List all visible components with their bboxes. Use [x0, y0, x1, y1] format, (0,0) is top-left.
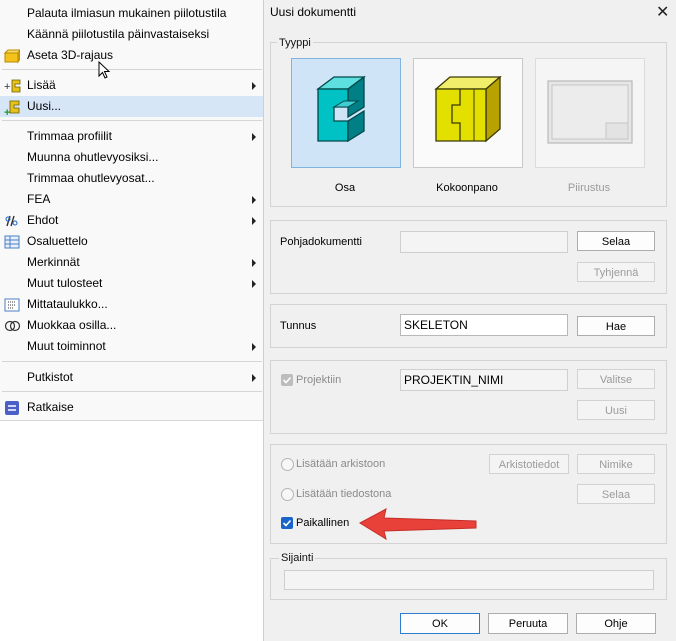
svg-text:+: + — [4, 107, 10, 117]
menu-item-label: Osaluettelo — [27, 234, 88, 248]
submenu-arrow-icon — [252, 217, 256, 225]
submenu-arrow-icon — [252, 374, 256, 382]
menu-item-label: Merkinnät — [27, 255, 80, 269]
mouse-cursor-icon — [98, 60, 112, 84]
menu-item-label: Muunna ohutlevyosiksi... — [27, 150, 159, 164]
menu-separator — [2, 391, 262, 392]
template-field — [400, 231, 568, 253]
svg-text:+: + — [4, 81, 10, 93]
menu-item-restore-hiding[interactable]: Palauta ilmiasun mukainen piilotustila — [0, 3, 264, 24]
menu-item-trim-sheet-metal[interactable]: Trimmaa ohutlevyosat... — [0, 168, 264, 189]
menu-item-label: Muokkaa osilla... — [27, 318, 117, 332]
submenu-arrow-icon — [252, 133, 256, 141]
file-browse-button: Selaa — [577, 484, 655, 504]
menu-item-label: Mittataulukko... — [27, 297, 108, 311]
template-label: Pohjadokumentti — [280, 236, 362, 248]
ok-button[interactable]: OK — [400, 613, 480, 634]
submenu-arrow-icon — [252, 259, 256, 267]
menu-item-new[interactable]: + Uusi... — [0, 96, 264, 119]
project-label: Projektiin — [296, 374, 342, 386]
submenu-arrow-icon — [252, 280, 256, 288]
menu-item-other-functions[interactable]: Muut toiminnot — [0, 336, 264, 357]
submenu-arrow-icon — [252, 343, 256, 351]
annotation-arrow-icon — [358, 508, 477, 541]
template-clear-button: Tyhjennä — [577, 262, 655, 282]
name-button: Nimike — [577, 454, 655, 474]
menu-separator — [2, 69, 262, 70]
part-icon — [316, 75, 366, 143]
menu-item-label: Uusi... — [27, 99, 62, 113]
menu-item-solve[interactable]: Ratkaise — [0, 397, 264, 418]
context-menu: Palauta ilmiasun mukainen piilotustila K… — [0, 0, 266, 421]
type-tile-drawing — [535, 58, 645, 168]
assembly-icon — [434, 75, 502, 143]
menu-item-label: Muut tulosteet — [27, 276, 103, 290]
menu-separator — [2, 120, 262, 121]
local-checkbox[interactable] — [281, 517, 293, 529]
type-tile-drawing-label: Piirustus — [567, 182, 611, 194]
solve-icon — [4, 400, 20, 416]
location-field — [284, 570, 654, 590]
drawing-icon — [547, 80, 633, 144]
archive-info-button: Arkistotiedot — [489, 454, 569, 474]
menu-item-trim-profiles[interactable]: Trimmaa profiilit — [0, 126, 264, 147]
template-browse-button[interactable]: Selaa — [577, 231, 655, 251]
type-tile-part-label: Osa — [334, 182, 356, 194]
menu-item-convert-sheet-metal[interactable]: Muunna ohutlevyosiksi... — [0, 147, 264, 168]
archive-radio — [281, 458, 294, 471]
menu-item-label: Muut toiminnot — [27, 339, 106, 353]
type-tile-assembly[interactable] — [413, 58, 523, 168]
location-label: Sijainti — [279, 552, 316, 564]
menu-item-annotations[interactable]: Merkinnät — [0, 252, 264, 273]
project-checkbox — [281, 374, 293, 386]
id-fetch-button[interactable]: Hae — [577, 316, 655, 336]
menu-item-set-3d-clip[interactable]: Aseta 3D-rajaus — [0, 45, 264, 66]
menu-item-label: Palauta ilmiasun mukainen piilotustila — [27, 6, 227, 20]
submenu-arrow-icon — [252, 82, 256, 90]
menu-item-label: Lisää — [27, 78, 56, 92]
3d-clip-box-icon — [3, 48, 21, 64]
menu-item-piping[interactable]: Putkistot — [0, 367, 264, 388]
project-field: PROJEKTIN_NIMI — [400, 369, 568, 391]
menu-item-label: Putkistot — [27, 370, 74, 384]
archive-label: Lisätään arkistoon — [296, 458, 386, 470]
menu-item-label: Ehdot — [27, 213, 59, 227]
local-label: Paikallinen — [296, 517, 350, 529]
file-label: Lisätään tiedostona — [296, 488, 392, 500]
type-tile-part[interactable] — [291, 58, 401, 168]
menu-item-label: FEA — [27, 192, 51, 206]
menu-item-other-outputs[interactable]: Muut tulosteet — [0, 273, 264, 294]
add-part-icon: + — [4, 78, 21, 94]
submenu-arrow-icon — [252, 196, 256, 204]
menu-separator — [2, 361, 262, 362]
menu-item-dimension-table[interactable]: Mittataulukko... — [0, 294, 264, 315]
menu-item-edit-with-parts[interactable]: Muokkaa osilla... — [0, 315, 264, 336]
file-radio — [281, 488, 294, 501]
menu-item-label: Trimmaa ohutlevyosat... — [27, 171, 155, 185]
cancel-button[interactable]: Peruuta — [488, 613, 568, 634]
constraints-icon — [4, 213, 20, 229]
type-group-title: Tyyppi — [277, 37, 313, 49]
menu-item-fea[interactable]: FEA — [0, 189, 264, 210]
help-button[interactable]: Ohje — [576, 613, 656, 634]
id-input[interactable]: SKELETON — [400, 314, 568, 336]
menu-item-invert-hiding[interactable]: Käännä piilotustila päinvastaiseksi — [0, 24, 264, 45]
linked-circles-icon — [4, 318, 21, 334]
menu-item-add[interactable]: + Lisää — [0, 75, 264, 96]
menu-item-label: Ratkaise — [27, 400, 74, 414]
new-document-dialog: Uusi dokumentti ✕ Tyyppi Osa Kokoonpano … — [263, 0, 676, 641]
type-tile-assembly-label: Kokoonpano — [436, 182, 498, 194]
close-icon[interactable]: ✕ — [656, 2, 669, 22]
new-part-icon: + — [4, 99, 20, 119]
id-label: Tunnus — [280, 320, 317, 332]
table-icon — [4, 234, 20, 250]
dimension-table-icon — [4, 297, 20, 313]
menu-item-label: Käännä piilotustila päinvastaiseksi — [27, 27, 210, 41]
menu-item-constraints[interactable]: Ehdot — [0, 210, 264, 231]
project-select-button: Valitse — [577, 369, 655, 389]
menu-item-parts-list[interactable]: Osaluettelo — [0, 231, 264, 252]
project-new-button: Uusi — [577, 400, 655, 420]
menu-item-label: Trimmaa profiilit — [27, 129, 112, 143]
dialog-title: Uusi dokumentti — [270, 5, 357, 19]
